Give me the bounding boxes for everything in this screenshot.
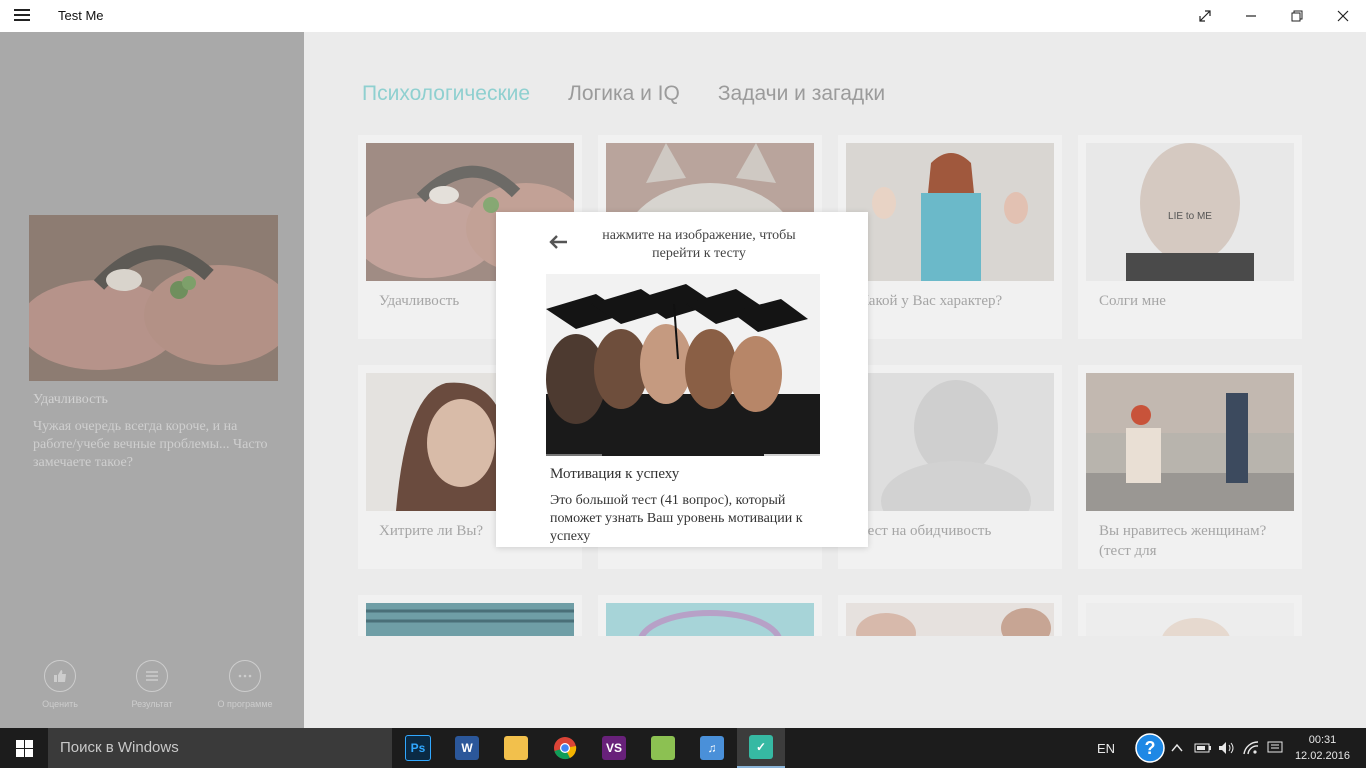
sidebar-test-title: Удачливость: [33, 392, 108, 407]
card-image: [1086, 603, 1294, 636]
card-image: LIE to ME: [1086, 143, 1294, 281]
title-bar: Test Me: [0, 0, 1366, 32]
card-title: Вы нравитесь женщинам? (тест для: [1099, 523, 1267, 559]
photoshop-icon[interactable]: Ps: [394, 728, 442, 768]
app-title: Test Me: [58, 8, 104, 23]
windows-logo-icon: [15, 739, 33, 757]
popup-hint: нажмите на изображение, чтобы перейти к …: [602, 228, 796, 261]
sidebar: Удачливость Чужая очередь всегда короче,…: [0, 32, 304, 728]
about-label: О программе: [217, 699, 273, 709]
visual-studio-icon[interactable]: VS: [590, 728, 638, 768]
sidebar-test-description: Чужая очередь всегда короче, и на работе…: [33, 419, 268, 470]
notifications-icon[interactable]: [1267, 728, 1283, 768]
help-icon[interactable]: ?: [1135, 728, 1165, 768]
about-button[interactable]: О программе: [205, 660, 285, 709]
sidebar-hero-image[interactable]: [29, 215, 278, 381]
tab-puzzles[interactable]: Задачи и загадки: [718, 82, 885, 106]
more-icon: [229, 660, 261, 692]
clock-time: 00:31: [1308, 734, 1337, 746]
clock-date: 12.02.2016: [1294, 750, 1350, 762]
wifi-icon[interactable]: [1243, 728, 1259, 768]
card-image: [846, 603, 1054, 636]
card-title: Какой у Вас характер?: [859, 293, 1003, 309]
result-label: Результат: [131, 699, 173, 709]
test-card[interactable]: Какой у Вас характер?: [838, 135, 1062, 339]
card-image: [846, 143, 1054, 281]
back-arrow-icon[interactable]: [548, 230, 568, 256]
test-preview-image[interactable]: ‹ ›: [546, 274, 820, 456]
start-button[interactable]: [0, 728, 48, 768]
card-title: Солги мне: [1099, 293, 1166, 309]
windows-taskbar: Поиск в Windows Ps W VS ♫ ✓ EN ? 00:31 1…: [0, 728, 1366, 768]
thumbs-up-icon: [44, 660, 76, 692]
card-title: Тест на обидчивость: [859, 523, 992, 539]
popup-test-title: Мотивация к успеху: [550, 466, 680, 482]
test-card[interactable]: [838, 595, 1062, 636]
card-image: [366, 603, 574, 636]
word-icon[interactable]: W: [443, 728, 491, 768]
test-card[interactable]: [358, 595, 582, 636]
search-placeholder: Поиск в Windows: [60, 739, 179, 756]
battery-icon[interactable]: [1194, 728, 1212, 768]
test-card[interactable]: [598, 595, 822, 636]
chevron-up-icon[interactable]: [1171, 728, 1183, 768]
test-card[interactable]: Тест на обидчивость: [838, 365, 1062, 569]
test-preview-popup: нажмите на изображение, чтобы перейти к …: [496, 212, 868, 547]
svg-text:?: ?: [1145, 738, 1156, 758]
taskbar-search[interactable]: Поиск в Windows: [48, 728, 392, 768]
card-image: [1086, 373, 1294, 511]
test-card[interactable]: [1078, 595, 1302, 636]
tab-logic-iq[interactable]: Логика и IQ: [568, 82, 680, 106]
folders-icon[interactable]: [639, 728, 687, 768]
rate-button[interactable]: Оценить: [20, 660, 100, 709]
hamburger-menu-icon[interactable]: [14, 9, 30, 23]
test-card[interactable]: Вы нравитесь женщинам? (тест для: [1078, 365, 1302, 569]
file-explorer-icon[interactable]: [492, 728, 540, 768]
chrome-icon[interactable]: [541, 728, 589, 768]
volume-icon[interactable]: [1218, 728, 1236, 768]
category-tabs: Психологические Логика и IQ Задачи и заг…: [362, 82, 885, 106]
fullscreen-icon[interactable]: [1182, 0, 1228, 32]
list-icon: [136, 660, 168, 692]
tab-psychological[interactable]: Психологические: [362, 82, 530, 106]
popup-test-description: Это большой тест (41 вопрос), который по…: [550, 493, 803, 544]
card-image: [846, 373, 1054, 511]
previous-image-button[interactable]: ‹: [546, 454, 602, 456]
music-icon[interactable]: ♫: [688, 728, 736, 768]
clock[interactable]: 00:31 12.02.2016: [1295, 732, 1350, 764]
test-me-icon[interactable]: ✓: [737, 728, 785, 768]
restore-icon[interactable]: [1274, 0, 1320, 32]
svg-text:LIE to ME: LIE to ME: [1168, 211, 1212, 222]
language-indicator[interactable]: EN: [1097, 728, 1115, 768]
next-image-button[interactable]: ›: [764, 454, 820, 456]
close-icon[interactable]: [1320, 0, 1366, 32]
minimize-icon[interactable]: [1228, 0, 1274, 32]
card-image: [606, 603, 814, 636]
test-card[interactable]: LIE to ME Солги мне: [1078, 135, 1302, 339]
result-button[interactable]: Результат: [112, 660, 192, 709]
rate-label: Оценить: [42, 699, 78, 709]
